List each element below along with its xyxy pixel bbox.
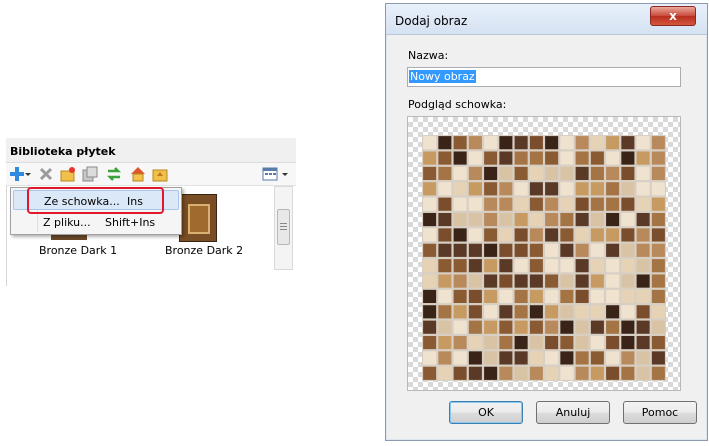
menu-item-label: Z pliku... [43,216,91,229]
add-image-dialog: Dodaj obraz x Nazwa: Nowy obraz Podgląd … [385,3,708,441]
folder-up-icon[interactable] [152,166,168,182]
add-icon[interactable] [9,166,25,182]
delete-icon[interactable] [38,166,54,182]
clipboard-preview [407,116,681,391]
help-button[interactable]: Pomoc [623,401,697,424]
mosaic-tile-image [422,135,666,381]
menu-item-from-file[interactable]: Z pliku... Shift+Ins [13,212,179,232]
chevron-down-icon[interactable] [24,166,32,182]
tile-label: Bronze Dark 1 [39,244,118,257]
close-icon: x [669,9,677,23]
name-input-value: Nowy obraz [409,70,476,83]
preview-label: Podgląd schowka: [408,98,507,111]
cancel-button[interactable]: Anuluj [536,401,610,424]
name-input[interactable]: Nowy obraz [407,67,681,87]
tile-thumbnail[interactable] [179,194,217,242]
name-label: Nazwa: [408,49,449,62]
close-button[interactable]: x [650,6,696,26]
home-icon[interactable] [130,166,146,182]
copy-icon[interactable] [82,166,98,182]
library-title: Biblioteka płytek [10,145,116,158]
swap-icon[interactable] [106,166,122,182]
dialog-title-bar: Dodaj obraz x [386,4,707,35]
chevron-down-icon[interactable] [281,166,289,182]
menu-item-shortcut: Shift+Ins [105,216,156,229]
scrollbar-thumb[interactable] [277,209,290,245]
vertical-scrollbar[interactable] [274,186,293,270]
library-header: Biblioteka płytek [6,138,296,163]
ok-button[interactable]: OK [449,401,523,424]
library-toolbar [6,163,296,186]
new-folder-icon[interactable] [60,166,76,182]
highlight-annotation [27,187,164,214]
tile-label: Bronze Dark 2 [165,244,244,257]
view-mode-icon[interactable] [262,166,280,182]
dialog-title: Dodaj obraz [395,14,468,28]
